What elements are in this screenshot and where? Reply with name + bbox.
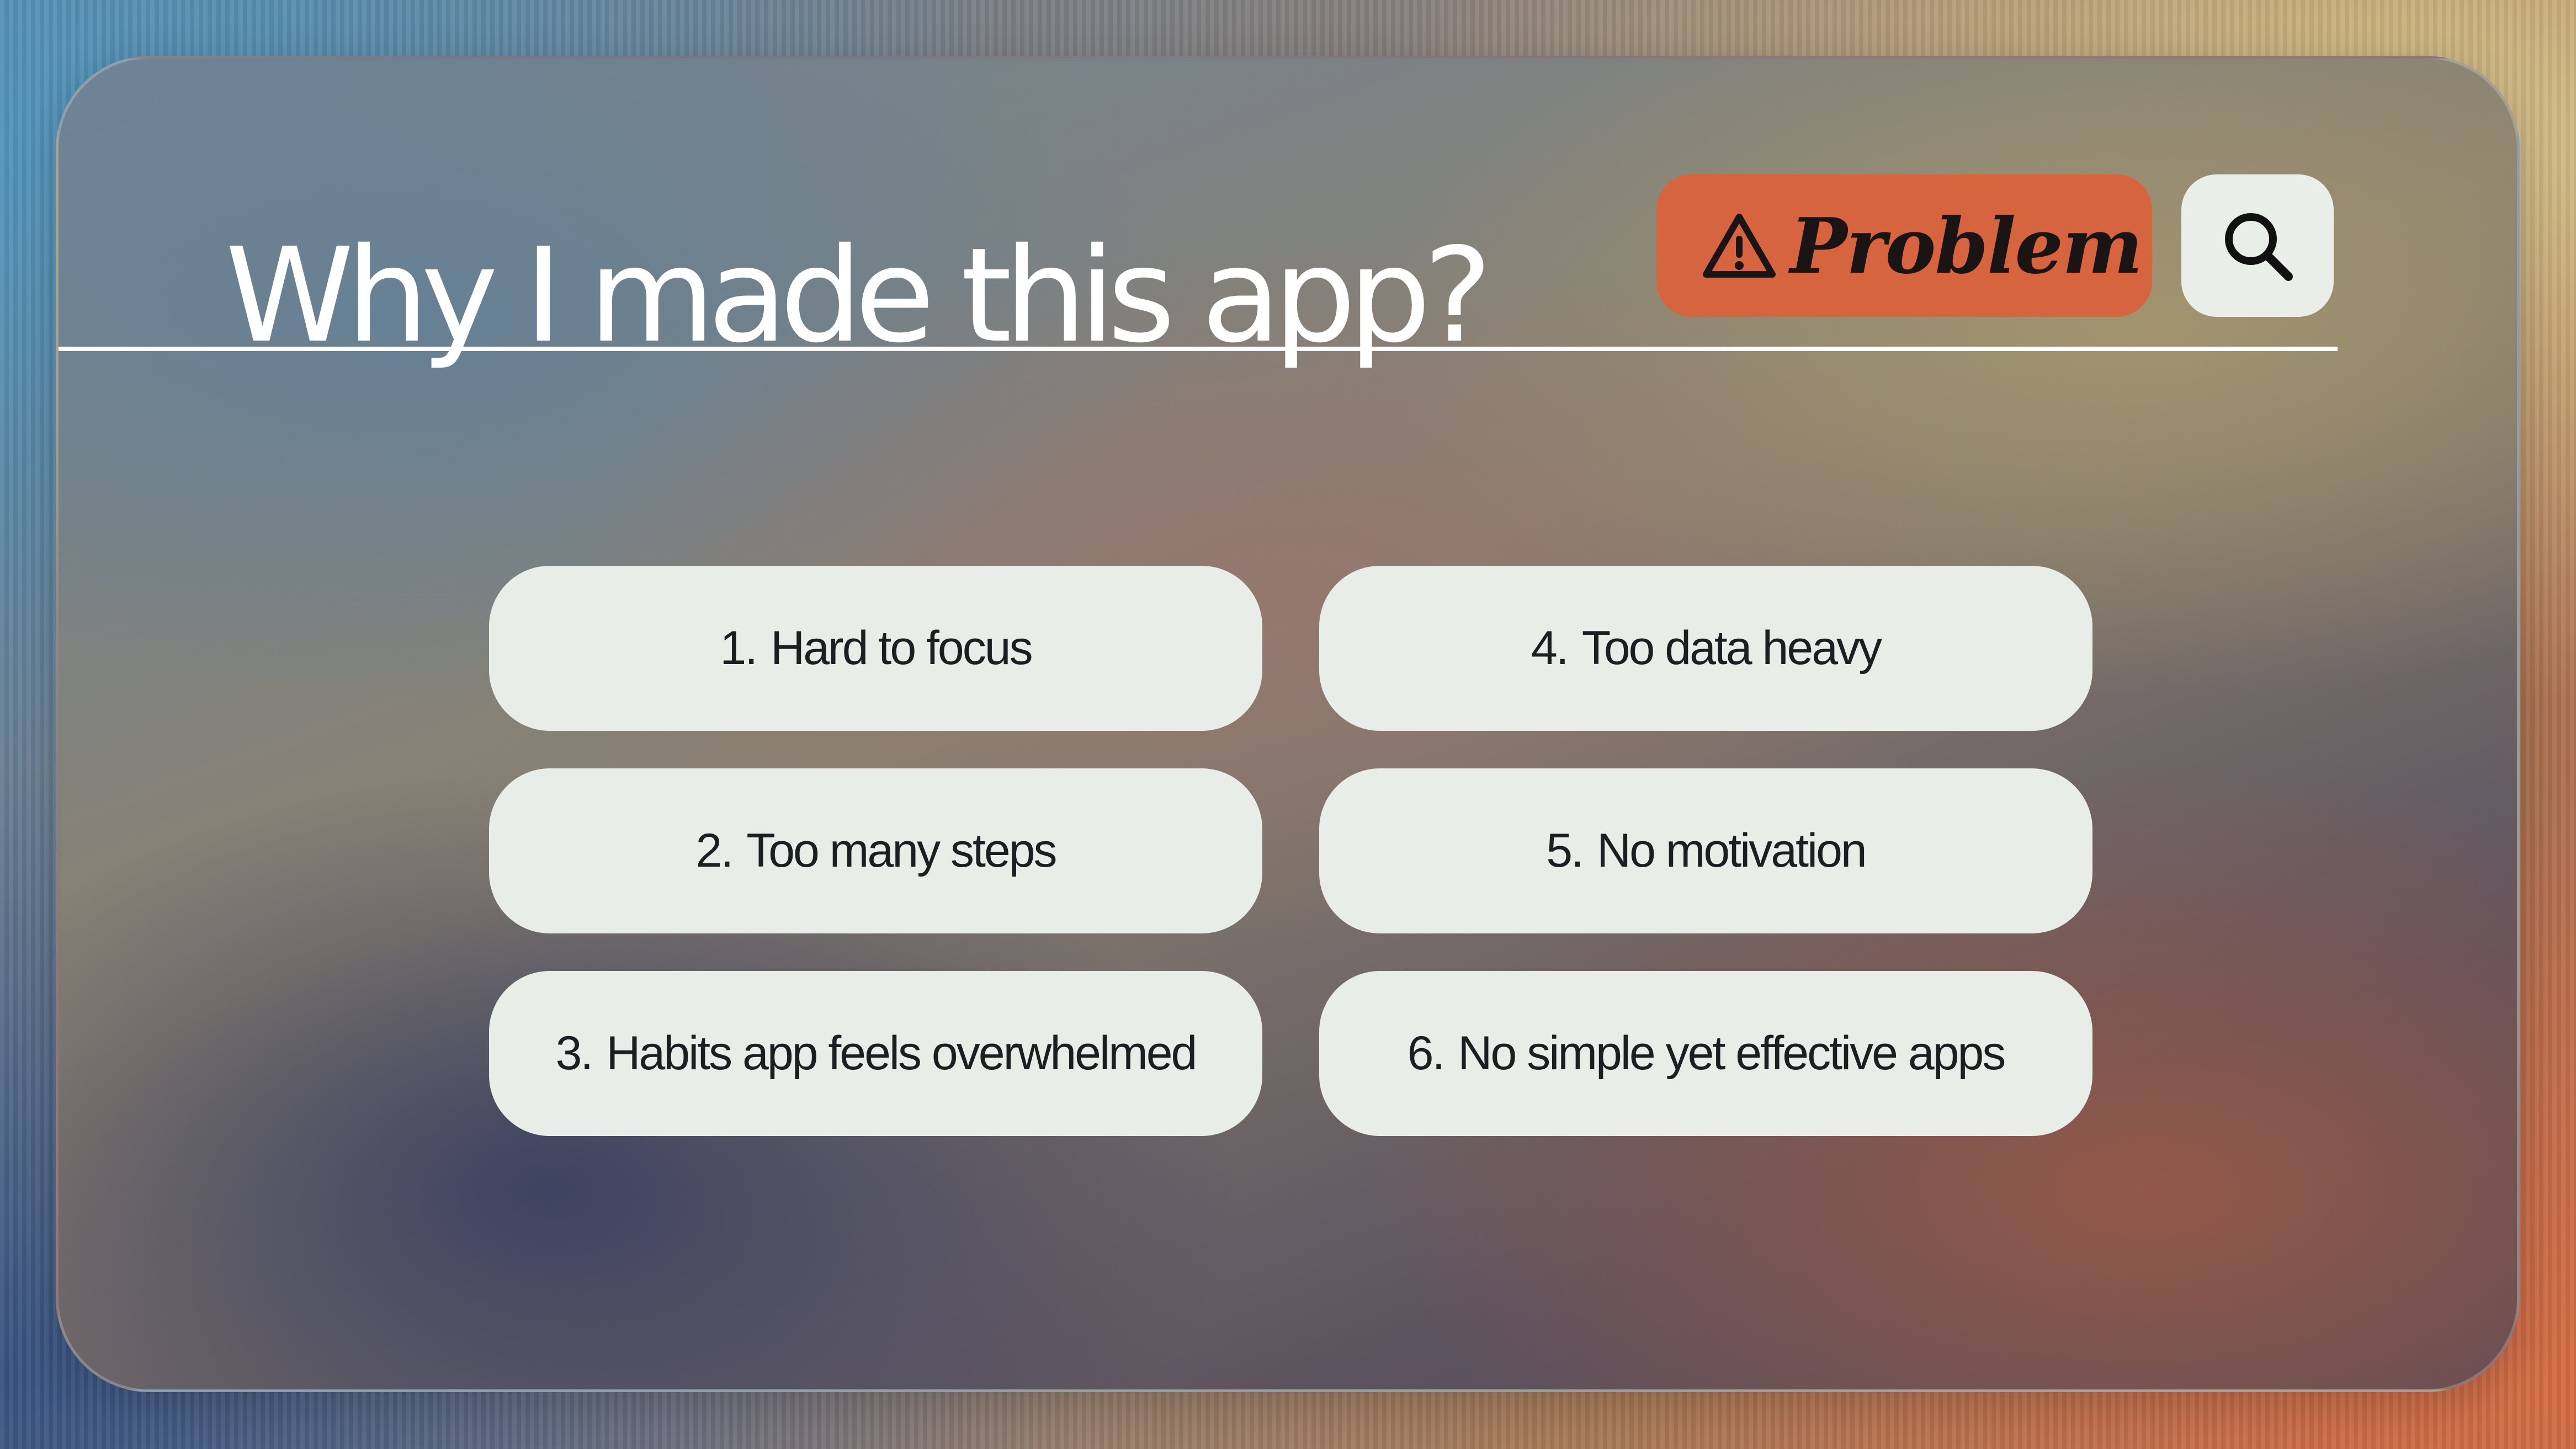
problem-item-1: 1. Hard to focus <box>489 566 1262 731</box>
problem-item-label: 2. Too many steps <box>695 824 1057 877</box>
search-button[interactable] <box>2181 174 2334 317</box>
problem-item-5: 5. No motivation <box>1319 768 2092 933</box>
slide-card: Why I made this app? Problem 1. Hard to f… <box>56 56 2520 1392</box>
problem-badge[interactable]: Problem <box>1656 174 2152 317</box>
problem-label: Problem <box>1790 200 2143 291</box>
search-icon <box>2225 213 2293 281</box>
problem-item-label: 4. Too data heavy <box>1531 622 1882 675</box>
warning-triangle-icon <box>1703 214 1776 278</box>
problem-item-2: 2. Too many steps <box>489 768 1262 933</box>
problem-item-4: 4. Too data heavy <box>1319 566 2092 731</box>
problem-item-3: 3. Habits app feels overwhelmed <box>489 971 1262 1136</box>
problem-item-label: 5. No motivation <box>1546 824 1867 877</box>
problem-item-label: 1. Hard to focus <box>720 622 1033 675</box>
page-title: Why I made this app? <box>225 220 1493 371</box>
problem-item-label: 6. No simple yet effective apps <box>1407 1027 2006 1080</box>
title-divider <box>59 347 2338 351</box>
problem-item-6: 6. No simple yet effective apps <box>1319 971 2092 1136</box>
problem-item-label: 3. Habits app feels overwhelmed <box>555 1027 1198 1080</box>
